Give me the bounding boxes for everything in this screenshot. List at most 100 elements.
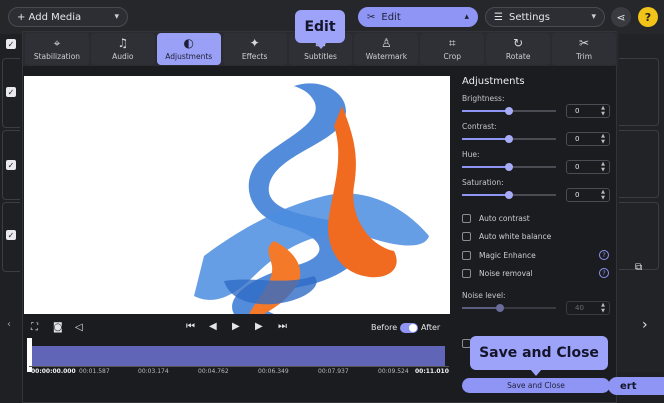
before-after-toggle[interactable]	[400, 323, 418, 333]
convert-button[interactable]: ert	[608, 377, 664, 395]
auto-white-balance-checkbox[interactable]	[462, 232, 471, 241]
hue-input[interactable]: 0 ▲ ▼	[566, 160, 610, 174]
saturation-input[interactable]: 0 ▲ ▼	[566, 188, 610, 202]
skip-end-icon[interactable]: ⏭	[278, 321, 287, 332]
panel-title: Adjustments	[462, 76, 525, 87]
chevron-down-icon: ▾	[114, 12, 119, 22]
tab-adjustments[interactable]: ◐ Adjustments	[156, 33, 221, 65]
paint-stroke-image	[194, 83, 429, 314]
spinner-icon[interactable]: ▲ ▼	[601, 189, 605, 201]
camera-icon[interactable]: ◙	[53, 322, 63, 333]
edit-button[interactable]: ✂ Edit ▴	[358, 7, 478, 27]
noise-removal-label: Noise removal	[479, 269, 533, 278]
share-icon: ⋖	[616, 10, 626, 24]
next-frame-icon[interactable]: ▶	[255, 321, 263, 332]
tab-crop[interactable]: ⌗ Crop	[420, 33, 485, 65]
tab-trim[interactable]: ✂ Trim	[552, 33, 617, 65]
player-controls: ⛶ ◙ ◁ ⏮ ◀ ▶ ▶ ⏭ Before After	[23, 316, 451, 340]
skip-start-icon[interactable]: ⏮	[186, 321, 195, 332]
volume-icon[interactable]: ◁	[75, 322, 83, 333]
brightness-input[interactable]: 0 ▲ ▼	[566, 104, 610, 118]
chevron-left-icon[interactable]: ‹	[7, 319, 11, 330]
chevron-up-icon: ▴	[464, 12, 469, 22]
contrast-input[interactable]: 0 ▲ ▼	[566, 132, 610, 146]
hue-label: Hue:	[462, 150, 480, 159]
spinner-icon[interactable]: ▲ ▼	[601, 133, 605, 145]
format-card[interactable]	[619, 202, 659, 270]
tools-icon: ✂	[367, 11, 376, 23]
stamp-icon: ♙	[381, 36, 392, 50]
crop-icon: ⌗	[448, 36, 456, 50]
spinner-icon[interactable]: ▲ ▼	[601, 302, 605, 314]
spinner-icon[interactable]: ▲ ▼	[601, 161, 605, 173]
noise-level-slider[interactable]	[462, 304, 556, 312]
timecode-mark: 00:01.587	[79, 368, 110, 375]
brightness-value: 0	[575, 107, 580, 115]
format-card[interactable]	[619, 130, 659, 198]
tab-label: Rotate	[505, 52, 531, 61]
format-panel-edge: ⧉ ›	[617, 34, 664, 403]
saturation-slider[interactable]	[462, 191, 556, 199]
noise-removal-checkbox[interactable]	[462, 269, 471, 278]
add-media-label: + Add Media	[17, 11, 82, 23]
auto-contrast-checkbox[interactable]	[462, 214, 471, 223]
tab-label: Watermark	[365, 52, 408, 61]
tab-effects[interactable]: ✦ Effects	[222, 33, 287, 65]
auto-contrast-label: Auto contrast	[479, 214, 530, 223]
auto-white-balance-label: Auto white balance	[479, 232, 552, 241]
scissors-icon: ✂	[579, 36, 590, 50]
tab-label: Stabilization	[33, 52, 81, 61]
help-icon[interactable]: ?	[599, 250, 609, 260]
settings-button[interactable]: ☰ Settings ▾	[485, 7, 605, 27]
chevron-right-icon[interactable]: ›	[642, 317, 648, 333]
noise-level-label: Noise level:	[462, 291, 506, 300]
add-media-button[interactable]: + Add Media ▾	[8, 7, 128, 27]
music-note-icon: ♫	[117, 36, 129, 50]
noise-level-input[interactable]: 40 ▲ ▼	[566, 301, 610, 315]
timecode-mark: 00:06.349	[258, 368, 289, 375]
magic-wand-icon: ✦	[249, 36, 260, 50]
save-and-close-button[interactable]: Save and Close	[462, 378, 610, 393]
video-preview	[24, 76, 450, 314]
chevron-down-icon: ▾	[591, 12, 596, 22]
format-card[interactable]	[619, 58, 659, 126]
contrast-slider[interactable]	[462, 135, 556, 143]
brightness-label: Brightness:	[462, 94, 505, 103]
spinner-icon[interactable]: ▲ ▼	[601, 105, 605, 117]
tab-watermark[interactable]: ♙ Watermark	[354, 33, 419, 65]
file-checkbox[interactable]: ✓	[6, 230, 16, 240]
timecode-mark: 00:03.174	[138, 368, 169, 375]
file-checkbox[interactable]: ✓	[6, 87, 16, 97]
stabilization-icon: ⌖	[53, 36, 61, 50]
rotate-icon: ↻	[513, 36, 524, 50]
tab-label: Trim	[576, 52, 593, 61]
help-icon: ?	[644, 10, 652, 24]
play-icon[interactable]: ▶	[232, 321, 240, 332]
file-checkbox[interactable]: ✓	[6, 160, 16, 170]
timecode-mark: 00:04.762	[198, 368, 229, 375]
fullscreen-icon[interactable]: ⛶	[31, 322, 38, 333]
app-window: + Add Media ▾ ✂ Edit ▴ ☰ Settings ▾ ⋖ ? …	[0, 0, 664, 403]
share-button[interactable]: ⋖	[611, 7, 631, 27]
tab-label: Crop	[443, 52, 462, 61]
timeline-track[interactable]	[29, 346, 445, 366]
contrast-icon: ◐	[183, 36, 194, 50]
previous-frame-icon[interactable]: ◀	[209, 321, 217, 332]
tab-label: Audio	[112, 52, 134, 61]
hue-slider[interactable]	[462, 163, 556, 171]
saturation-value: 0	[575, 191, 580, 199]
tab-rotate[interactable]: ↻ Rotate	[486, 33, 551, 65]
help-icon[interactable]: ?	[599, 268, 609, 278]
copy-icon[interactable]: ⧉	[635, 262, 642, 273]
magic-enhance-checkbox[interactable]	[462, 251, 471, 260]
help-button[interactable]: ?	[638, 7, 658, 27]
tab-stabilization[interactable]: ⌖ Stabilization	[25, 33, 89, 65]
tab-label: Effects	[241, 52, 268, 61]
select-all-checkbox[interactable]: ✓	[6, 39, 16, 49]
edit-callout: Edit	[295, 10, 345, 49]
tab-audio[interactable]: ♫ Audio	[90, 33, 155, 65]
brightness-slider[interactable]	[462, 107, 556, 115]
saturation-label: Saturation:	[462, 178, 504, 187]
after-label: After	[421, 323, 441, 332]
timecode-mark: 00:07.937	[318, 368, 349, 375]
